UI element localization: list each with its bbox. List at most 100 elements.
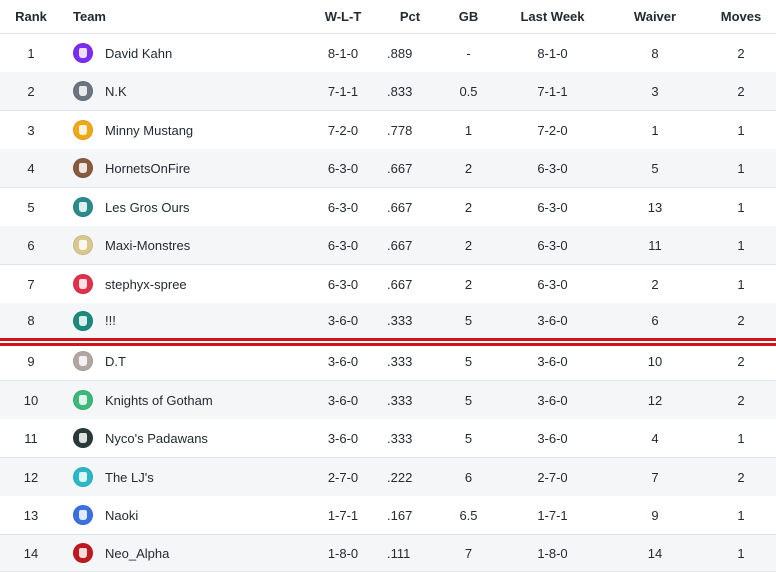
team-cell[interactable]: Nyco's Padawans	[73, 419, 303, 457]
team-logo-jersey-icon[interactable]	[73, 467, 93, 487]
moves-cell: 2	[737, 469, 745, 485]
team-cell[interactable]: Naoki	[73, 496, 303, 534]
table-row: 2 N.K 7-1-1 .833 0.5 7-1-1 3 2	[0, 72, 776, 111]
wlt-cell: 7-2-0	[327, 122, 359, 138]
team-logo-jersey-icon[interactable]	[73, 43, 93, 63]
wlt-cell: 6-3-0	[327, 237, 359, 253]
team-name-link[interactable]: The LJ's	[105, 470, 154, 485]
team-cell[interactable]: !!!	[73, 303, 303, 338]
moves-cell: 2	[737, 392, 745, 408]
team-name-link[interactable]: Les Gros Ours	[105, 200, 190, 215]
pct-cell: .667	[387, 276, 413, 292]
header-wlt[interactable]: W-L-T	[312, 0, 374, 33]
wlt-cell: 3-6-0	[327, 392, 359, 408]
team-cell[interactable]: N.K	[73, 72, 303, 110]
pct-cell: .889	[387, 45, 413, 61]
team-logo-monster-icon[interactable]	[73, 235, 93, 255]
team-name-link[interactable]: Maxi-Monstres	[105, 238, 190, 253]
table-row: 3 Minny Mustang 7-2-0 .778 1 7-2-0 1 1	[0, 111, 776, 150]
last-week-cell: 3-6-0	[537, 353, 568, 369]
moves-cell: 1	[737, 199, 745, 215]
rank-cell: 10	[23, 392, 39, 408]
team-logo-face-icon[interactable]	[73, 351, 93, 371]
rank-cell: 13	[23, 507, 39, 523]
rank-cell: 5	[27, 199, 35, 215]
wlt-cell: 3-6-0	[327, 430, 359, 446]
table-row: 5 Les Gros Ours 6-3-0 .667 2 6-3-0 13 1	[0, 188, 776, 227]
moves-cell: 2	[737, 353, 745, 369]
team-name-link[interactable]: Nyco's Padawans	[105, 431, 208, 446]
team-logo-jersey-icon[interactable]	[73, 505, 93, 525]
team-name-link[interactable]: David Kahn	[105, 46, 172, 61]
waiver-cell: 13	[647, 199, 663, 215]
rank-cell: 8	[27, 313, 35, 328]
header-gb[interactable]: GB	[440, 0, 497, 33]
header-rank[interactable]: Rank	[0, 0, 62, 33]
rank-cell: 6	[27, 237, 35, 253]
team-cell[interactable]: The LJ's	[73, 458, 303, 496]
pct-cell: .333	[387, 313, 413, 328]
last-week-cell: 6-3-0	[537, 160, 568, 176]
team-cell[interactable]: D.T	[73, 342, 303, 380]
team-cell[interactable]: Les Gros Ours	[73, 188, 303, 226]
team-name-link[interactable]: Minny Mustang	[105, 123, 193, 138]
moves-cell: 2	[737, 313, 745, 328]
team-logo-bear-icon[interactable]	[73, 197, 93, 217]
team-logo-jersey-icon[interactable]	[73, 274, 93, 294]
gb-cell: 5	[464, 392, 473, 408]
gb-cell: 5	[464, 353, 473, 369]
team-logo-jersey-icon[interactable]	[73, 81, 93, 101]
team-name-link[interactable]: !!!	[105, 313, 116, 328]
moves-cell: 2	[737, 83, 745, 99]
gb-cell: 7	[464, 545, 473, 561]
waiver-cell: 9	[651, 507, 659, 523]
table-header: Rank Team W-L-T Pct GB Last Week Waiver …	[0, 0, 776, 34]
team-cell[interactable]: Neo_Alpha	[73, 535, 303, 571]
wlt-cell: 1-8-0	[327, 545, 359, 561]
last-week-cell: 6-3-0	[537, 237, 568, 253]
header-moves[interactable]: Moves	[708, 0, 774, 33]
rank-cell: 4	[27, 160, 35, 176]
rank-cell: 1	[27, 45, 35, 61]
team-name-link[interactable]: Neo_Alpha	[105, 546, 169, 561]
table-row: 12 The LJ's 2-7-0 .222 6 2-7-0 7 2	[0, 458, 776, 497]
moves-cell: 1	[737, 430, 745, 446]
pct-cell: .833	[387, 83, 413, 99]
team-logo-figure-icon[interactable]	[73, 428, 93, 448]
gb-cell: 5	[464, 313, 473, 328]
last-week-cell: 8-1-0	[537, 45, 568, 61]
playoff-cutoff-line	[0, 338, 776, 346]
team-name-link[interactable]: Naoki	[105, 508, 138, 523]
team-cell[interactable]: HornetsOnFire	[73, 149, 303, 187]
moves-cell: 2	[737, 45, 745, 61]
header-last-week[interactable]: Last Week	[506, 0, 599, 33]
team-cell[interactable]: David Kahn	[73, 34, 303, 72]
team-name-link[interactable]: N.K	[105, 84, 127, 99]
team-logo-flame-icon[interactable]	[73, 543, 93, 563]
team-logo-jersey-icon[interactable]	[73, 120, 93, 140]
pct-cell: .667	[387, 160, 413, 176]
waiver-cell: 7	[651, 469, 659, 485]
team-name-link[interactable]: HornetsOnFire	[105, 161, 190, 176]
header-waiver[interactable]: Waiver	[620, 0, 690, 33]
moves-cell: 1	[737, 237, 745, 253]
last-week-cell: 6-3-0	[537, 199, 568, 215]
team-logo-hornet-icon[interactable]	[73, 158, 93, 178]
team-cell[interactable]: Knights of Gotham	[73, 381, 303, 419]
team-cell[interactable]: Minny Mustang	[73, 111, 303, 149]
team-name-link[interactable]: Knights of Gotham	[105, 393, 213, 408]
last-week-cell: 1-8-0	[537, 545, 568, 561]
waiver-cell: 3	[651, 83, 659, 99]
table-row: 7 stephyx-spree 6-3-0 .667 2 6-3-0 2 1	[0, 265, 776, 304]
table-row: 4 HornetsOnFire 6-3-0 .667 2 6-3-0 5 1	[0, 149, 776, 188]
header-team[interactable]: Team	[73, 0, 303, 33]
rank-cell: 12	[23, 469, 39, 485]
team-logo-jersey-icon[interactable]	[73, 390, 93, 410]
team-name-link[interactable]: D.T	[105, 354, 126, 369]
team-cell[interactable]: Maxi-Monstres	[73, 226, 303, 264]
team-cell[interactable]: stephyx-spree	[73, 265, 303, 303]
team-name-link[interactable]: stephyx-spree	[105, 277, 187, 292]
team-logo-jersey-icon[interactable]	[73, 310, 93, 331]
rank-cell: 14	[23, 545, 39, 561]
header-pct[interactable]: Pct	[380, 0, 440, 33]
